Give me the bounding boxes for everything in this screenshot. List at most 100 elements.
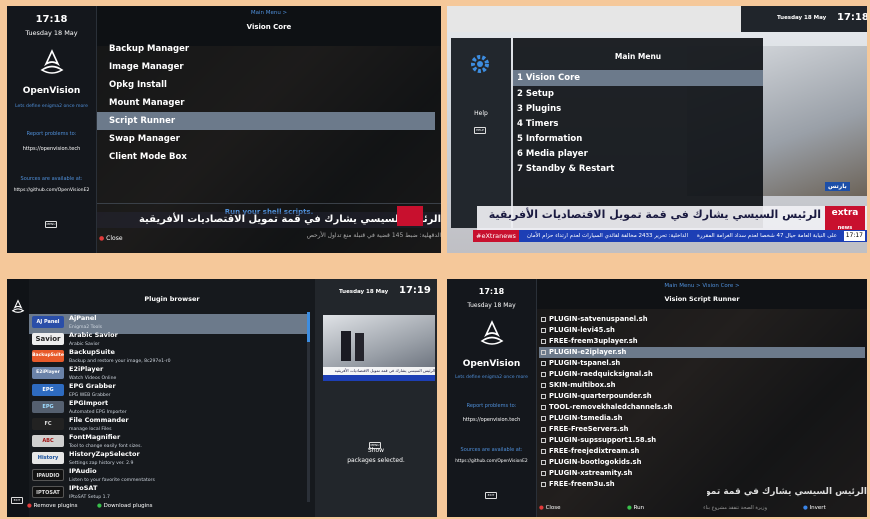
checkbox[interactable] bbox=[541, 317, 546, 322]
script-row[interactable]: FREE-freem3uplayer.sh bbox=[539, 336, 867, 347]
breadcrumb: Main Menu > Vision Core > bbox=[664, 283, 740, 289]
ajpanel-logo: AJ Panel bbox=[32, 316, 64, 328]
script-row[interactable]: PLUGIN-raedquicksignal.sh bbox=[539, 369, 867, 380]
tv-preview: الرئيس السيسي يشارك في قمة تمويل الاقتصا… bbox=[323, 315, 435, 381]
page-title: Main Menu bbox=[614, 52, 662, 61]
panel-script-runner: 17:18 Tuesday 18 May OpenVision Lets def… bbox=[447, 279, 867, 517]
date: Tuesday 18 May bbox=[25, 29, 78, 37]
remove-plugins-control[interactable]: ● Remove plugins bbox=[27, 503, 78, 509]
file-commander-logo: FC bbox=[32, 418, 64, 430]
tagline: Lets define enigma2 once more bbox=[15, 104, 88, 109]
brand: OpenVision bbox=[462, 359, 521, 369]
checkbox[interactable] bbox=[541, 471, 546, 476]
invert-control[interactable]: ● Invert bbox=[803, 505, 826, 511]
headline-bar: الرئيس السيسي يشارك في قمة تمويل الاقتصا… bbox=[477, 206, 867, 231]
script-row[interactable]: FREE-freejedixtream.sh bbox=[539, 446, 867, 457]
script-row[interactable]: PLUGIN-xstreamity.sh bbox=[539, 468, 867, 479]
checkbox[interactable] bbox=[541, 449, 546, 454]
sidebar: 17:18 Tuesday 18 May OpenVision Lets def… bbox=[7, 6, 97, 253]
plugin-row-iptosat[interactable]: IPTOSAT IPtoSAT IPtoSAT Setup 1.7 bbox=[29, 484, 309, 504]
checkbox[interactable] bbox=[541, 372, 546, 377]
date: Tuesday 18 May bbox=[777, 15, 827, 21]
red-button-icon: ● bbox=[539, 505, 544, 511]
blue-button-icon: ● bbox=[803, 505, 808, 511]
top-bar: Tuesday 18 May 17:18 bbox=[447, 6, 867, 32]
menu-item-client-mode-box[interactable]: Client Mode Box bbox=[97, 148, 441, 166]
e2iplayer-logo: E2iPlayer bbox=[32, 367, 64, 379]
menu-item-image-manager[interactable]: Image Manager bbox=[97, 58, 441, 76]
breadcrumb: Main Menu > bbox=[250, 10, 288, 16]
close-control[interactable]: ● Close bbox=[99, 235, 123, 242]
clock: 17:18 bbox=[35, 14, 68, 25]
exit-key-icon: EXIT bbox=[485, 485, 497, 504]
checkbox[interactable] bbox=[541, 394, 546, 399]
script-row[interactable]: PLUGIN-tsmedia.sh bbox=[539, 413, 867, 424]
close-label: Close bbox=[106, 235, 123, 242]
panel-main-menu: Tuesday 18 May 17:18 Help HELP Main Menu… bbox=[447, 6, 867, 253]
close-control[interactable]: ● Close bbox=[539, 505, 561, 511]
news-ticker-top: الرئيس السيسي يشارك في قمة تمويل الاقتصا… bbox=[97, 212, 441, 228]
checkbox[interactable] bbox=[541, 328, 546, 333]
checkbox[interactable] bbox=[541, 339, 546, 344]
checkbox[interactable] bbox=[541, 460, 546, 465]
menu-item-swap-manager[interactable]: Swap Manager bbox=[97, 130, 441, 148]
plugin-list: AJ Panel AjPanel Enigma2 Tools Savior Ar… bbox=[7, 312, 315, 502]
help-key-icon: HELP bbox=[474, 120, 486, 139]
scrollbar[interactable] bbox=[307, 312, 310, 502]
sources-url: https://github.com/OpenVisionE2 bbox=[455, 459, 528, 464]
preview-ticker: الرئيس السيسي يشارك في قمة تمويل الاقتصا… bbox=[323, 367, 435, 375]
news-ticker: الداخلية: تحرير 2433 مخالفة لقائدي السيا… bbox=[527, 233, 688, 239]
checkbox[interactable] bbox=[541, 361, 546, 366]
script-row[interactable]: SKIN-multibox.sh bbox=[539, 380, 867, 391]
menu-item-vision-core[interactable]: 1 Vision Core bbox=[513, 70, 763, 86]
report-label: Report problems to: bbox=[466, 403, 517, 409]
date: Tuesday 18 May bbox=[339, 289, 389, 295]
date: Tuesday 18 May bbox=[467, 302, 516, 309]
sidebar: 17:18 Tuesday 18 May OpenVision Lets def… bbox=[447, 279, 537, 517]
news-small-tag: بارتس bbox=[825, 182, 850, 191]
checkbox[interactable] bbox=[541, 350, 546, 355]
divider bbox=[97, 203, 441, 204]
show-label: Show bbox=[367, 447, 385, 454]
tagline: Lets define enigma2 once more bbox=[455, 375, 528, 380]
script-row[interactable]: FREE-FreeServers.sh bbox=[539, 424, 867, 435]
menu-item-opkg-install[interactable]: Opkg Install bbox=[97, 76, 441, 94]
checkbox[interactable] bbox=[541, 427, 546, 432]
help-label: Help bbox=[474, 110, 488, 117]
news-headline: الرئيس السيسي يشارك في قمة تمويل الاقتصا… bbox=[488, 208, 821, 221]
iptosat-logo: IPTOSAT bbox=[32, 486, 64, 498]
script-row[interactable]: TOOL-removekhaledchannels.sh bbox=[539, 402, 867, 413]
script-row[interactable]: PLUGIN-supssupport1.58.sh bbox=[539, 435, 867, 446]
script-row[interactable]: PLUGIN-quarterpounder.sh bbox=[539, 391, 867, 402]
checkbox[interactable] bbox=[541, 438, 546, 443]
script-row-selected[interactable]: PLUGIN-e2iplayer.sh bbox=[539, 347, 865, 359]
red-button-icon: ● bbox=[99, 235, 105, 242]
openvision-logo-icon bbox=[477, 319, 507, 349]
savior-logo: Savior bbox=[32, 333, 64, 345]
checkbox[interactable] bbox=[541, 405, 546, 410]
download-plugins-control[interactable]: ● Download plugins bbox=[97, 503, 153, 509]
script-row[interactable]: PLUGIN-satvenuspanel.sh bbox=[539, 314, 867, 325]
script-row[interactable]: PLUGIN-tspanel.sh bbox=[539, 358, 867, 369]
news-ticker: الرئيس السيسي يشارك في قمة تمويل الاقتصا… bbox=[707, 487, 867, 497]
epgimport-logo: EPG bbox=[32, 401, 64, 413]
run-control[interactable]: ● Run bbox=[627, 505, 644, 511]
epg-grabber-logo: EPG bbox=[32, 384, 64, 396]
checkbox[interactable] bbox=[541, 383, 546, 388]
gear-icon bbox=[468, 52, 492, 76]
menu-item-backup-manager[interactable]: Backup Manager bbox=[97, 40, 441, 58]
script-row[interactable]: PLUGIN-bootlogokids.sh bbox=[539, 457, 867, 468]
news-ticker-2: على النيابة العامة حيال 47 شخصا لعدم سدا… bbox=[696, 233, 837, 239]
red-button-icon: ● bbox=[27, 503, 32, 509]
script-row[interactable]: PLUGIN-levi45.sh bbox=[539, 325, 867, 336]
news-ticker-bottom: الدقهلية: ضبط 145 قضية في قنبلة منع تداو… bbox=[306, 232, 441, 239]
clock: 17:19 bbox=[399, 285, 431, 296]
sources-label: Sources are available at: bbox=[460, 447, 523, 453]
menu-item-script-runner[interactable]: Script Runner bbox=[97, 112, 435, 130]
menu-item-standby-restart[interactable]: 7 Standby & Restart bbox=[513, 160, 763, 178]
backupsuite-logo: BackupSuite bbox=[32, 350, 64, 362]
checkbox[interactable] bbox=[541, 416, 546, 421]
checkbox[interactable] bbox=[541, 482, 546, 487]
menu-item-mount-manager[interactable]: Mount Manager bbox=[97, 94, 441, 112]
preview-ticker-bar bbox=[323, 375, 435, 381]
